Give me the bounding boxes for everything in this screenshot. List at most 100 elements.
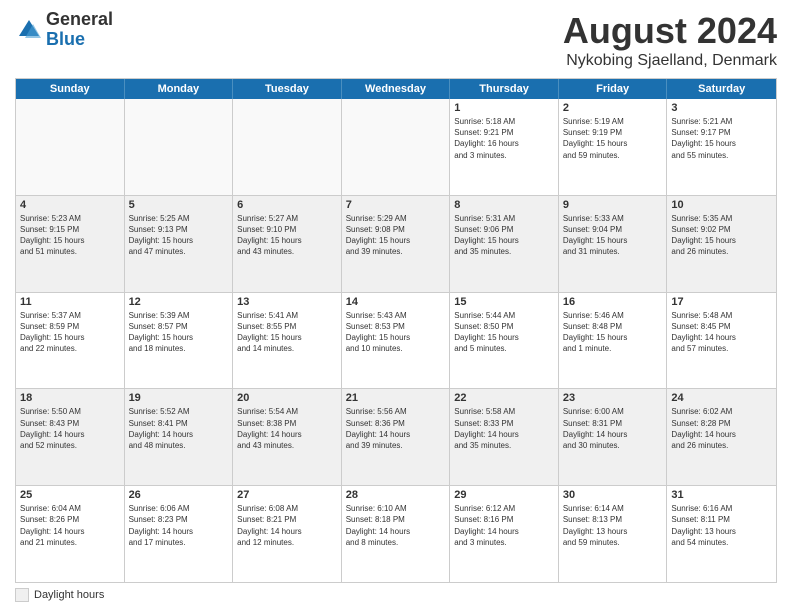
calendar-cell: [233, 99, 342, 195]
day-number: 11: [20, 296, 120, 308]
day-number: 1: [454, 102, 554, 114]
day-number: 23: [563, 392, 663, 404]
calendar-cell: 4Sunrise: 5:23 AMSunset: 9:15 PMDaylight…: [16, 196, 125, 292]
cell-text: Sunrise: 6:12 AMSunset: 8:16 PMDaylight:…: [454, 503, 554, 548]
calendar-cell: 9 Sunrise: 5:33 AMSunset: 9:04 PMDaylight…: [559, 196, 668, 292]
cell-text: Sunrise: 6:06 AMSunset: 8:23 PMDaylight:…: [129, 503, 229, 548]
calendar-cell: [16, 99, 125, 195]
cell-text: Sunrise: 6:02 AMSunset: 8:28 PMDaylight:…: [671, 406, 772, 451]
day-number: 7: [346, 199, 446, 211]
calendar-cell: 26 Sunrise: 6:06 AMSunset: 8:23 PMDayligh…: [125, 486, 234, 582]
cell-text: Sunrise: 5:18 AMSunset: 9:21 PMDaylight:…: [454, 116, 554, 161]
cell-text: Sunrise: 6:16 AMSunset: 8:11 PMDaylight:…: [671, 503, 772, 548]
day-number: 2: [563, 102, 663, 114]
cell-text: Sunrise: 5:33 AMSunset: 9:04 PMDaylight:…: [563, 213, 663, 258]
header: General Blue August 2024 Nykobing Sjaell…: [15, 10, 777, 70]
calendar-row: 11Sunrise: 5:37 AMSunset: 8:59 PMDayligh…: [16, 293, 776, 390]
calendar-body: 1 Sunrise: 5:18 AMSunset: 9:21 PMDaylight…: [16, 99, 776, 582]
calendar-cell: 7 Sunrise: 5:29 AMSunset: 9:08 PMDaylight…: [342, 196, 451, 292]
day-number: 15: [454, 296, 554, 308]
day-number: 17: [671, 296, 772, 308]
day-number: 26: [129, 489, 229, 501]
calendar-cell: 1 Sunrise: 5:18 AMSunset: 9:21 PMDaylight…: [450, 99, 559, 195]
day-number: 9: [563, 199, 663, 211]
main-title: August 2024: [563, 10, 777, 52]
calendar-cell: 17 Sunrise: 5:48 AMSunset: 8:45 PMDayligh…: [667, 293, 776, 389]
logo-general-text: General: [46, 9, 113, 29]
calendar-cell: 13Sunrise: 5:41 AMSunset: 8:55 PMDayligh…: [233, 293, 342, 389]
cal-header-day: Wednesday: [342, 79, 451, 99]
calendar-cell: 31Sunrise: 6:16 AMSunset: 8:11 PMDayligh…: [667, 486, 776, 582]
day-number: 14: [346, 296, 446, 308]
calendar-cell: 11Sunrise: 5:37 AMSunset: 8:59 PMDayligh…: [16, 293, 125, 389]
legend-label: Daylight hours: [34, 589, 104, 601]
cell-text: Sunrise: 5:43 AMSunset: 8:53 PMDaylight:…: [346, 310, 446, 355]
day-number: 24: [671, 392, 772, 404]
day-number: 22: [454, 392, 554, 404]
calendar-cell: 28 Sunrise: 6:10 AMSunset: 8:18 PMDayligh…: [342, 486, 451, 582]
cell-text: Sunrise: 5:54 AMSunset: 8:38 PMDaylight:…: [237, 406, 337, 451]
logo-blue-text: Blue: [46, 29, 85, 49]
calendar-cell: 23Sunrise: 6:00 AMSunset: 8:31 PMDayligh…: [559, 389, 668, 485]
cell-text: Sunrise: 5:41 AMSunset: 8:55 PMDaylight:…: [237, 310, 337, 355]
day-number: 16: [563, 296, 663, 308]
logo: General Blue: [15, 10, 113, 50]
cell-text: Sunrise: 6:04 AMSunset: 8:26 PMDaylight:…: [20, 503, 120, 548]
cell-text: Sunrise: 5:35 AMSunset: 9:02 PMDaylight:…: [671, 213, 772, 258]
day-number: 6: [237, 199, 337, 211]
calendar-row: 18Sunrise: 5:50 AMSunset: 8:43 PMDayligh…: [16, 389, 776, 486]
calendar-cell: 14 Sunrise: 5:43 AMSunset: 8:53 PMDayligh…: [342, 293, 451, 389]
day-number: 30: [563, 489, 663, 501]
calendar-cell: 29Sunrise: 6:12 AMSunset: 8:16 PMDayligh…: [450, 486, 559, 582]
cell-text: Sunrise: 5:39 AMSunset: 8:57 PMDaylight:…: [129, 310, 229, 355]
calendar-cell: 10Sunrise: 5:35 AMSunset: 9:02 PMDayligh…: [667, 196, 776, 292]
calendar-cell: [125, 99, 234, 195]
day-number: 28: [346, 489, 446, 501]
cal-header-day: Friday: [559, 79, 668, 99]
cell-text: Sunrise: 5:31 AMSunset: 9:06 PMDaylight:…: [454, 213, 554, 258]
cal-header-day: Monday: [125, 79, 234, 99]
page: General Blue August 2024 Nykobing Sjaell…: [0, 0, 792, 612]
day-number: 21: [346, 392, 446, 404]
calendar-cell: 2 Sunrise: 5:19 AMSunset: 9:19 PMDaylight…: [559, 99, 668, 195]
calendar-row: 25 Sunrise: 6:04 AMSunset: 8:26 PMDayligh…: [16, 486, 776, 582]
cell-text: Sunrise: 6:10 AMSunset: 8:18 PMDaylight:…: [346, 503, 446, 548]
calendar-row: 4Sunrise: 5:23 AMSunset: 9:15 PMDaylight…: [16, 196, 776, 293]
calendar-cell: 20Sunrise: 5:54 AMSunset: 8:38 PMDayligh…: [233, 389, 342, 485]
day-number: 19: [129, 392, 229, 404]
calendar-cell: 5Sunrise: 5:25 AMSunset: 9:13 PMDaylight…: [125, 196, 234, 292]
cell-text: Sunrise: 5:58 AMSunset: 8:33 PMDaylight:…: [454, 406, 554, 451]
calendar-cell: 21 Sunrise: 5:56 AMSunset: 8:36 PMDayligh…: [342, 389, 451, 485]
day-number: 27: [237, 489, 337, 501]
day-number: 3: [671, 102, 772, 114]
calendar-cell: [342, 99, 451, 195]
title-block: August 2024 Nykobing Sjaelland, Denmark: [563, 10, 777, 70]
calendar-cell: 30 Sunrise: 6:14 AMSunset: 8:13 PMDayligh…: [559, 486, 668, 582]
cell-text: Sunrise: 5:25 AMSunset: 9:13 PMDaylight:…: [129, 213, 229, 258]
footer: Daylight hours: [15, 588, 777, 602]
subtitle: Nykobing Sjaelland, Denmark: [563, 52, 777, 70]
calendar-cell: 3 Sunrise: 5:21 AMSunset: 9:17 PMDaylight…: [667, 99, 776, 195]
calendar-cell: 22 Sunrise: 5:58 AMSunset: 8:33 PMDayligh…: [450, 389, 559, 485]
cell-text: Sunrise: 5:44 AMSunset: 8:50 PMDaylight:…: [454, 310, 554, 355]
calendar-cell: 25 Sunrise: 6:04 AMSunset: 8:26 PMDayligh…: [16, 486, 125, 582]
day-number: 25: [20, 489, 120, 501]
cell-text: Sunrise: 5:29 AMSunset: 9:08 PMDaylight:…: [346, 213, 446, 258]
calendar-row: 1 Sunrise: 5:18 AMSunset: 9:21 PMDaylight…: [16, 99, 776, 196]
cell-text: Sunrise: 5:56 AMSunset: 8:36 PMDaylight:…: [346, 406, 446, 451]
cell-text: Sunrise: 6:08 AMSunset: 8:21 PMDaylight:…: [237, 503, 337, 548]
cell-text: Sunrise: 5:46 AMSunset: 8:48 PMDaylight:…: [563, 310, 663, 355]
day-number: 18: [20, 392, 120, 404]
calendar-cell: 18Sunrise: 5:50 AMSunset: 8:43 PMDayligh…: [16, 389, 125, 485]
calendar-cell: 27 Sunrise: 6:08 AMSunset: 8:21 PMDayligh…: [233, 486, 342, 582]
cell-text: Sunrise: 5:48 AMSunset: 8:45 PMDaylight:…: [671, 310, 772, 355]
calendar-header: SundayMondayTuesdayWednesdayThursdayFrid…: [16, 79, 776, 99]
cal-header-day: Thursday: [450, 79, 559, 99]
calendar-cell: 6Sunrise: 5:27 AMSunset: 9:10 PMDaylight…: [233, 196, 342, 292]
calendar-cell: 12Sunrise: 5:39 AMSunset: 8:57 PMDayligh…: [125, 293, 234, 389]
cell-text: Sunrise: 5:19 AMSunset: 9:19 PMDaylight:…: [563, 116, 663, 161]
calendar-cell: 8Sunrise: 5:31 AMSunset: 9:06 PMDaylight…: [450, 196, 559, 292]
cell-text: Sunrise: 6:14 AMSunset: 8:13 PMDaylight:…: [563, 503, 663, 548]
cal-header-day: Tuesday: [233, 79, 342, 99]
cell-text: Sunrise: 5:21 AMSunset: 9:17 PMDaylight:…: [671, 116, 772, 161]
